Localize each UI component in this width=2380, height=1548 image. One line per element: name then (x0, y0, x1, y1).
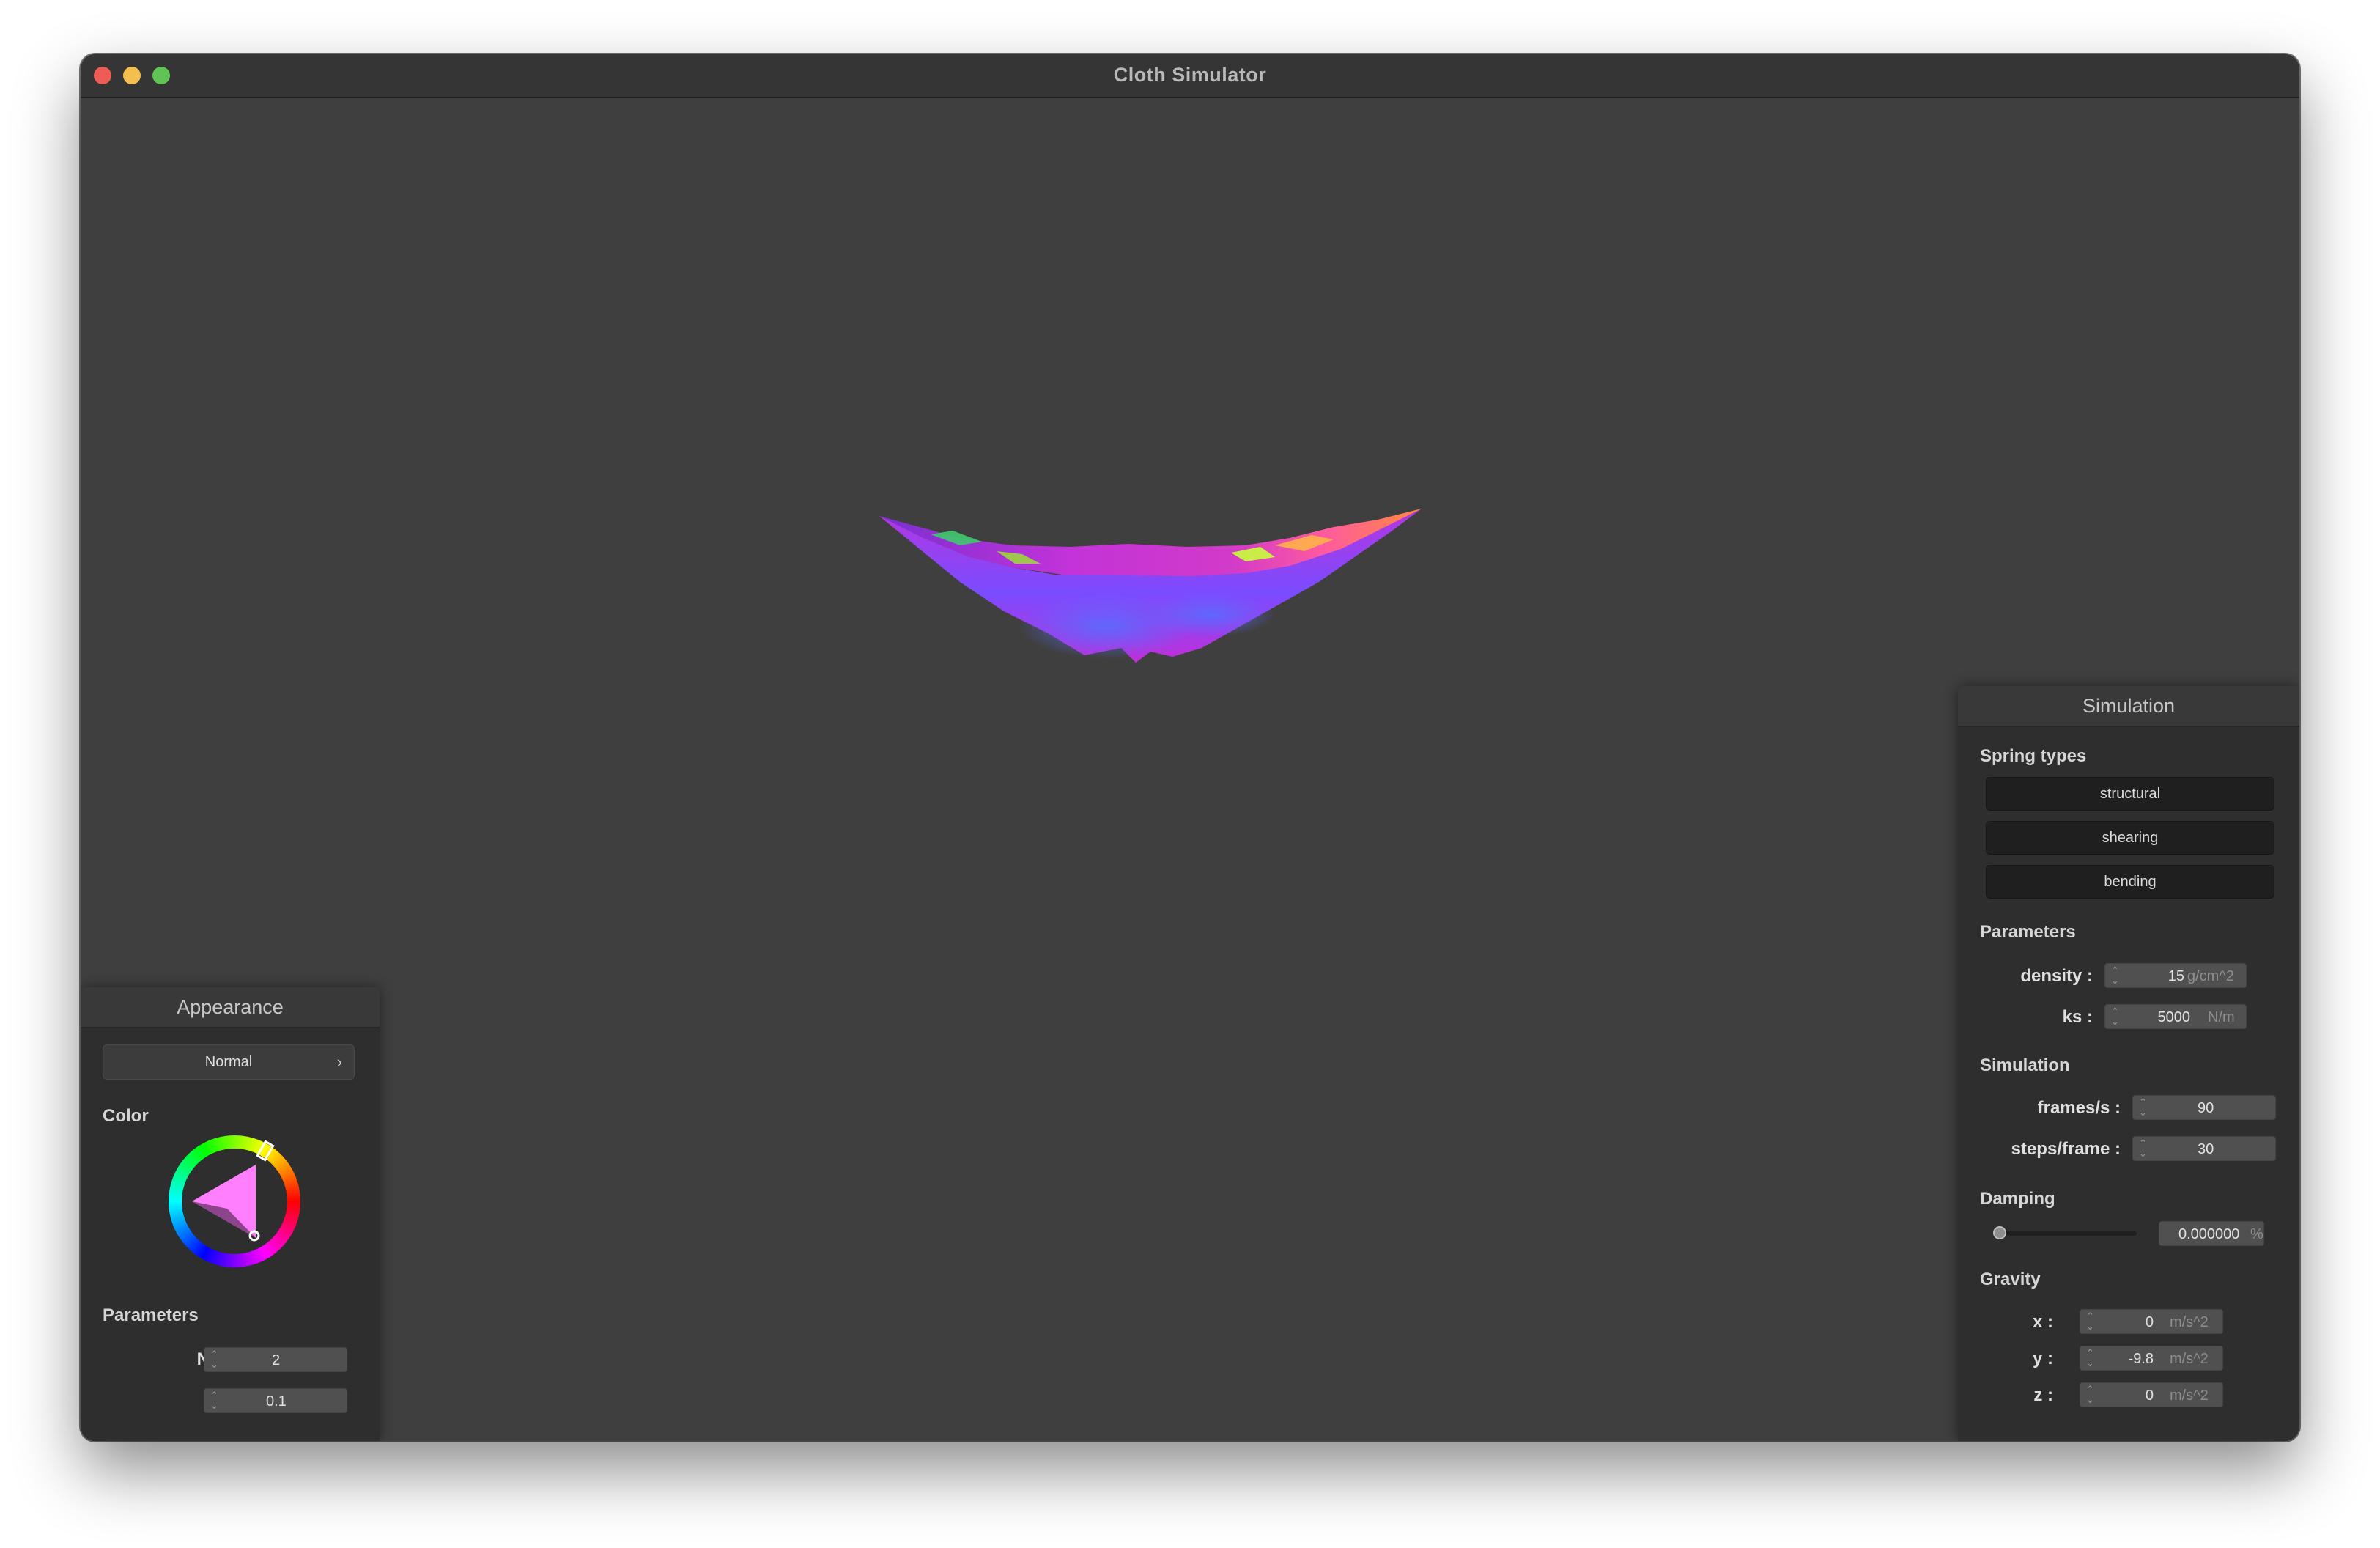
simulation-parameters-label: Parameters (1980, 922, 2076, 942)
stepper-arrows-icon[interactable]: ⌃ ⌄ (210, 1349, 218, 1370)
gravity-y-label: y : (2032, 1349, 2053, 1368)
stepper-arrows-icon[interactable]: ⌃ ⌄ (2111, 965, 2119, 986)
window-title: Cloth Simulator (1113, 64, 1267, 86)
simulation-panel: Simulation Spring types structural shear… (1958, 686, 2299, 1441)
stepper-arrows-icon[interactable]: ⌃ ⌄ (2086, 1311, 2094, 1332)
gravity-z-unit: m/s^2 (2170, 1387, 2209, 1404)
fps-label: frames/s : (2037, 1098, 2121, 1118)
stepper-arrows-icon[interactable]: ⌃ ⌄ (2111, 1006, 2119, 1027)
title-bar[interactable]: Cloth Simulator (81, 54, 2299, 98)
cloth-mesh[interactable] (865, 465, 1466, 773)
gravity-x-unit: m/s^2 (2170, 1314, 2209, 1330)
spring-types-label: Spring types (1980, 746, 2087, 766)
steps-label: steps/frame : (2011, 1139, 2121, 1159)
app-window: Cloth Simulator Appearance Normal › Colo… (81, 54, 2299, 1441)
appearance-header[interactable]: Appearance (81, 987, 380, 1028)
stepper-arrows-icon[interactable]: ⌃ ⌄ (2086, 1348, 2094, 1368)
gravity-x-label: x : (2032, 1312, 2053, 1332)
stepper-arrows-icon[interactable]: ⌃ ⌄ (2139, 1138, 2147, 1159)
damping-label: Damping (1980, 1189, 2055, 1209)
ks-input[interactable]: ⌃ ⌄ 5000 N/m (2104, 1004, 2247, 1029)
normal-value: 2 (272, 1352, 281, 1368)
height-value: 0.1 (266, 1393, 287, 1409)
damping-unit: % (2250, 1226, 2263, 1242)
damping-value: 0.000000 (2178, 1226, 2240, 1242)
stepper-arrows-icon[interactable]: ⌃ ⌄ (2139, 1097, 2147, 1118)
steps-input[interactable]: ⌃ ⌄ 30 (2132, 1136, 2276, 1161)
gravity-x-value: 0 (2145, 1314, 2154, 1330)
density-label: density : (2020, 966, 2093, 986)
shader-dropdown[interactable]: Normal › (103, 1044, 355, 1080)
steps-value: 30 (2198, 1141, 2214, 1157)
color-label: Color (103, 1106, 149, 1126)
gravity-z-value: 0 (2145, 1387, 2154, 1404)
simulation-header[interactable]: Simulation (1958, 686, 2299, 727)
density-input[interactable]: ⌃ ⌄ 15 g/cm^2 (2104, 963, 2247, 988)
shearing-toggle[interactable]: shearing (1986, 821, 2274, 855)
damping-slider[interactable] (1999, 1231, 2137, 1236)
stepper-arrows-icon[interactable]: ⌃ ⌄ (2086, 1385, 2094, 1405)
ks-label: ks : (2062, 1007, 2093, 1027)
bending-toggle[interactable]: bending (1986, 865, 2274, 899)
simulation-section-label: Simulation (1980, 1055, 2070, 1075)
gravity-label: Gravity (1980, 1269, 2041, 1289)
gravity-z-label: z : (2033, 1385, 2053, 1405)
color-wheel[interactable] (167, 1134, 302, 1269)
fps-value: 90 (2198, 1100, 2214, 1116)
hue-handle[interactable] (256, 1140, 275, 1162)
stepper-arrows-icon[interactable]: ⌃ ⌄ (210, 1390, 218, 1411)
ks-value: 5000 (2157, 1009, 2191, 1025)
gravity-y-value: -9.8 (2128, 1351, 2154, 1367)
damping-slider-knob[interactable] (1993, 1226, 2006, 1239)
fps-input[interactable]: ⌃ ⌄ 90 (2132, 1095, 2276, 1120)
appearance-panel: Appearance Normal › Color Parameters Nor… (81, 987, 380, 1441)
gravity-y-unit: m/s^2 (2170, 1351, 2209, 1367)
shader-dropdown-label: Normal (204, 1054, 253, 1070)
height-input[interactable]: ⌃ ⌄ 0.1 (204, 1388, 347, 1413)
density-value: 15 (2168, 968, 2184, 984)
normal-input[interactable]: ⌃ ⌄ 2 (204, 1347, 347, 1372)
gravity-x-input[interactable]: ⌃ ⌄ 0 m/s^2 (2080, 1309, 2223, 1334)
gravity-y-input[interactable]: ⌃ ⌄ -9.8 m/s^2 (2080, 1346, 2223, 1371)
ks-unit: N/m (2208, 1009, 2235, 1025)
appearance-parameters-label: Parameters (103, 1305, 199, 1325)
gravity-z-input[interactable]: ⌃ ⌄ 0 m/s^2 (2080, 1382, 2223, 1407)
chevron-right-icon: › (336, 1053, 342, 1071)
structural-toggle[interactable]: structural (1986, 777, 2274, 811)
density-unit: g/cm^2 (2187, 968, 2234, 984)
damping-input[interactable]: 0.000000 % (2159, 1221, 2264, 1246)
